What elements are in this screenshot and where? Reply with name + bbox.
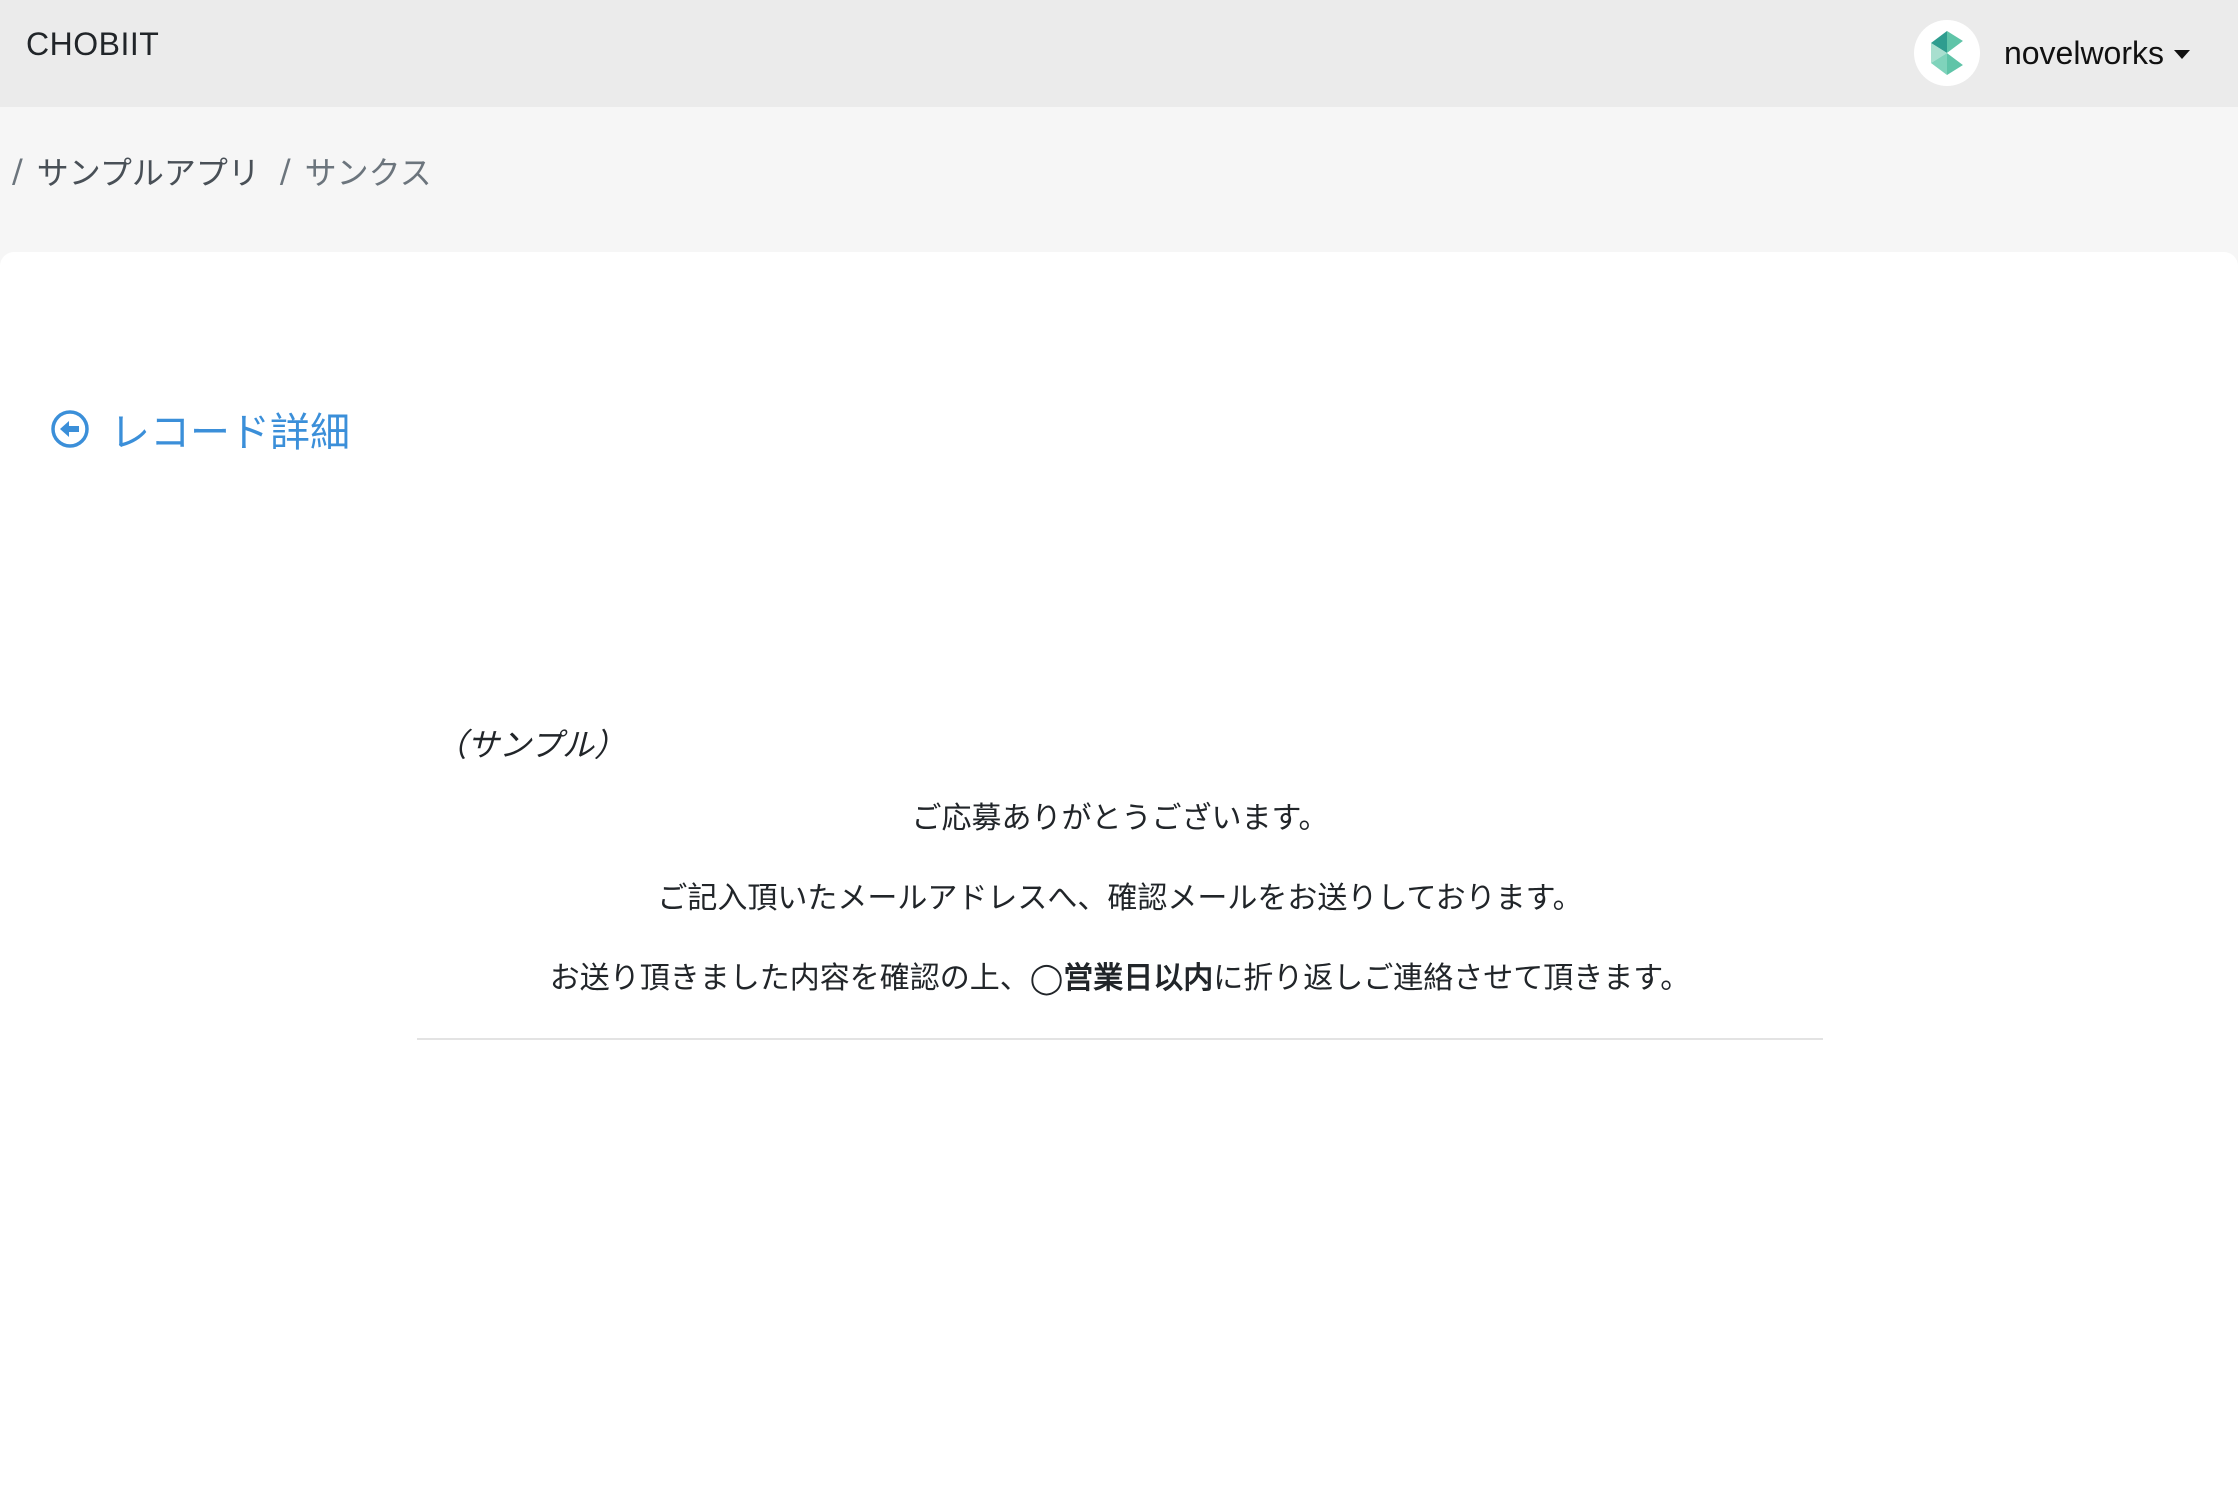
thanks-line-3-pre: お送り頂きました内容を確認の上、 [549,961,1030,996]
user-menu-dropdown[interactable]: novelworks [1913,20,2190,86]
top-navbar: CHOBIIT novelworks [0,0,2238,107]
thanks-line-2: ご記入頂いたメールアドレスへ、確認メールをお送りしております。 [657,881,1583,916]
sample-label: （サンプル） [435,726,627,764]
breadcrumb-item-thanks: サンクス [304,154,432,192]
thanks-line-1: ご応募ありがとうございます。 [911,801,1329,836]
divider [417,1038,1823,1040]
breadcrumb: / サンプルアプリ / サンクス [12,148,432,194]
avatar [1913,20,1980,86]
brand-logo[interactable]: CHOBIIT [26,26,159,63]
chevron-down-icon [2174,49,2190,59]
arrow-left-circle-icon [50,409,90,449]
thanks-message-block: （サンプル） ご応募ありがとうございます。 ご記入頂いたメールアドレスへ、確認メ… [417,720,1823,1040]
back-link-label: レコード詳細 [110,410,350,456]
username: novelworks [2003,34,2164,71]
breadcrumb-separator: / [12,152,23,190]
thanks-line-3: お送り頂きました内容を確認の上、◯営業日以内に折り返しご連絡させて頂きます。 [417,956,1823,1002]
back-to-record-detail-link[interactable]: レコード詳細 [50,400,350,458]
novelworks-logo-icon [1930,31,1963,75]
breadcrumb-separator: / [279,152,291,190]
business-days-emphasis: ◯営業日以内 [1029,961,1214,996]
breadcrumb-item-sample-app[interactable]: サンプルアプリ [37,148,260,194]
thanks-line-3-post: に折り返しご連絡させて頂きます。 [1213,961,1691,996]
